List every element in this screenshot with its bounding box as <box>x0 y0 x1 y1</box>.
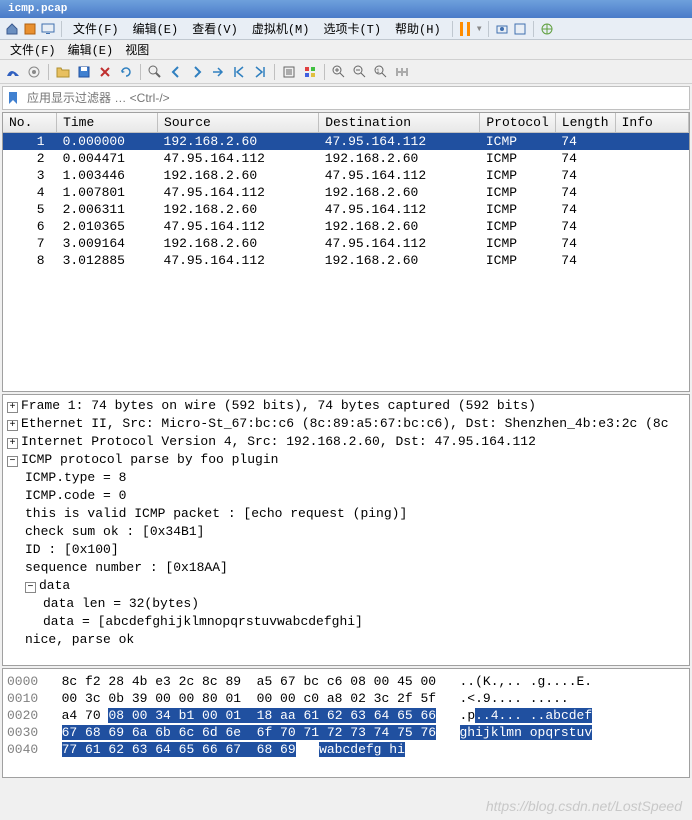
colorize-icon[interactable] <box>301 63 319 81</box>
separator <box>533 21 534 37</box>
separator <box>324 64 325 80</box>
fullscreen-icon[interactable] <box>512 21 528 37</box>
monitor-icon[interactable] <box>40 21 56 37</box>
zoom-in-icon[interactable] <box>330 63 348 81</box>
icmp-valid[interactable]: this is valid ICMP packet : [echo reques… <box>25 506 407 521</box>
packet-row[interactable]: 52.006311192.168.2.6047.95.164.112ICMP74 <box>3 201 689 218</box>
packet-row[interactable]: 73.009164192.168.2.6047.95.164.112ICMP74 <box>3 235 689 252</box>
packet-detail-pane[interactable]: +Frame 1: 74 bytes on wire (592 bits), 7… <box>2 394 690 666</box>
open-icon[interactable] <box>54 63 72 81</box>
column-header[interactable]: Protocol <box>480 113 555 133</box>
frame-summary[interactable]: Frame 1: 74 bytes on wire (592 bits), 74… <box>21 398 536 413</box>
shark-fin-icon[interactable] <box>4 63 22 81</box>
column-header[interactable]: No. <box>3 113 57 133</box>
zoom-out-icon[interactable] <box>351 63 369 81</box>
hex-row[interactable]: 0000 8c f2 28 4b e3 2c 8c 89 a5 67 bc c6… <box>7 673 685 690</box>
icmp-summary[interactable]: ICMP protocol parse by foo plugin <box>21 452 278 467</box>
icmp-id[interactable]: ID : [0x100] <box>25 542 119 557</box>
svg-text:1: 1 <box>376 68 380 75</box>
vm-menu-file[interactable]: 文件(F) <box>67 18 125 39</box>
next-icon[interactable] <box>188 63 206 81</box>
packet-bytes-pane[interactable]: 0000 8c f2 28 4b e3 2c 8c 89 a5 67 bc c6… <box>2 668 690 778</box>
unity-icon[interactable] <box>539 21 555 37</box>
autoscroll-icon[interactable] <box>280 63 298 81</box>
icmp-data-hdr[interactable]: data <box>39 578 70 593</box>
icmp-nice[interactable]: nice, parse ok <box>25 632 134 647</box>
column-header[interactable]: Time <box>57 113 158 133</box>
packet-list-pane[interactable]: No.TimeSourceDestinationProtocolLengthIn… <box>2 112 690 392</box>
vm-menu-view[interactable]: 查看(V) <box>186 18 244 39</box>
goto-icon[interactable] <box>209 63 227 81</box>
ws-menu-file[interactable]: 文件(F) <box>4 39 62 60</box>
vm-menubar: 文件(F) 编辑(E) 查看(V) 虚拟机(M) 选项卡(T) 帮助(H) ▾ <box>0 18 692 40</box>
ws-menu-view[interactable]: 视图 <box>119 39 155 60</box>
home-icon[interactable] <box>4 21 20 37</box>
icmp-code[interactable]: ICMP.code = 0 <box>25 488 126 503</box>
wireshark-menubar: 文件(F) 编辑(E) 视图 <box>0 40 692 60</box>
icmp-type[interactable]: ICMP.type = 8 <box>25 470 126 485</box>
hex-row[interactable]: 0040 77 61 62 63 64 65 66 67 68 69 wabcd… <box>7 741 685 758</box>
icmp-seq[interactable]: sequence number : [0x18AA] <box>25 560 228 575</box>
hex-row[interactable]: 0020 a4 70 08 00 34 b1 00 01 18 aa 61 62… <box>7 707 685 724</box>
separator <box>488 21 489 37</box>
display-filter-input[interactable] <box>23 89 689 107</box>
ip-summary[interactable]: Internet Protocol Version 4, Src: 192.16… <box>21 434 536 449</box>
bookmark-icon[interactable] <box>3 91 23 105</box>
display-filter-bar <box>2 86 690 110</box>
close-icon[interactable] <box>96 63 114 81</box>
packet-row[interactable]: 62.01036547.95.164.112192.168.2.60ICMP74 <box>3 218 689 235</box>
vm-menu-edit[interactable]: 编辑(E) <box>127 18 185 39</box>
pause-indicator-icon <box>460 22 463 36</box>
last-icon[interactable] <box>251 63 269 81</box>
separator <box>452 21 453 37</box>
watermark: https://blog.csdn.net/LostSpeed <box>486 798 682 814</box>
expand-icon[interactable]: + <box>7 402 18 413</box>
hex-row[interactable]: 0030 67 68 69 6a 6b 6c 6d 6e 6f 70 71 72… <box>7 724 685 741</box>
vm-menu-vm[interactable]: 虚拟机(M) <box>246 18 316 39</box>
expand-icon[interactable]: + <box>7 438 18 449</box>
resize-cols-icon[interactable] <box>393 63 411 81</box>
find-icon[interactable] <box>146 63 164 81</box>
save-icon[interactable] <box>75 63 93 81</box>
options-icon[interactable] <box>25 63 43 81</box>
reload-icon[interactable] <box>117 63 135 81</box>
prev-icon[interactable] <box>167 63 185 81</box>
packet-row[interactable]: 83.01288547.95.164.112192.168.2.60ICMP74 <box>3 252 689 269</box>
separator <box>61 21 62 37</box>
vm-titlebar: icmp.pcap <box>0 0 692 18</box>
icmp-data-len[interactable]: data len = 32(bytes) <box>43 596 199 611</box>
icmp-data-val[interactable]: data = [abcdefghijklmnopqrstuvwabcdefghi… <box>43 614 363 629</box>
column-header[interactable]: Length <box>555 113 615 133</box>
wireshark-toolbar: 1 <box>0 60 692 84</box>
vm-menu-help[interactable]: 帮助(H) <box>389 18 447 39</box>
packet-row[interactable]: 31.003446192.168.2.6047.95.164.112ICMP74 <box>3 167 689 184</box>
collapse-icon[interactable]: − <box>25 582 36 593</box>
packet-row[interactable]: 10.000000192.168.2.6047.95.164.112ICMP74 <box>3 133 689 151</box>
column-header[interactable]: Source <box>158 113 319 133</box>
separator <box>140 64 141 80</box>
separator <box>274 64 275 80</box>
packet-row[interactable]: 41.00780147.95.164.112192.168.2.60ICMP74 <box>3 184 689 201</box>
ws-menu-edit[interactable]: 编辑(E) <box>62 39 120 60</box>
expand-icon[interactable]: + <box>7 420 18 431</box>
column-header[interactable]: Destination <box>319 113 480 133</box>
snapshot-icon[interactable] <box>494 21 510 37</box>
column-header[interactable]: Info <box>615 113 688 133</box>
zoom-reset-icon[interactable]: 1 <box>372 63 390 81</box>
vm-menu-tabs[interactable]: 选项卡(T) <box>317 18 387 39</box>
vm-title: icmp.pcap <box>8 3 67 15</box>
pause-indicator-icon <box>467 22 470 36</box>
collapse-icon[interactable]: − <box>7 456 18 467</box>
power-icon[interactable] <box>22 21 38 37</box>
packet-row[interactable]: 20.00447147.95.164.112192.168.2.60ICMP74 <box>3 150 689 167</box>
hex-row[interactable]: 0010 00 3c 0b 39 00 00 80 01 00 00 c0 a8… <box>7 690 685 707</box>
ethernet-summary[interactable]: Ethernet II, Src: Micro-St_67:bc:c6 (8c:… <box>21 416 669 431</box>
icmp-checksum[interactable]: check sum ok : [0x34B1] <box>25 524 204 539</box>
separator <box>48 64 49 80</box>
first-icon[interactable] <box>230 63 248 81</box>
